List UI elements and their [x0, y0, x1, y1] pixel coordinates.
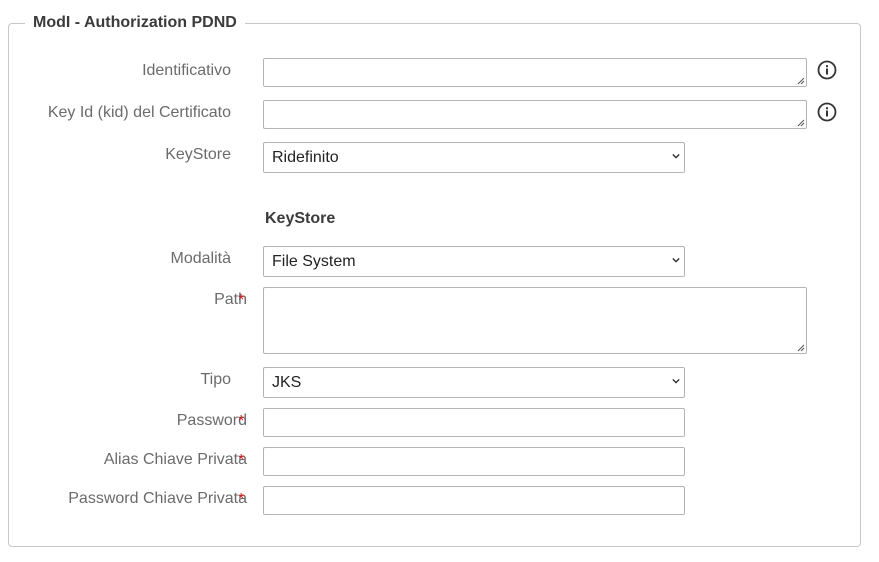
chevron-down-icon [672, 257, 680, 263]
resize-grip-icon[interactable] [797, 119, 805, 127]
keystore-select[interactable]: Ridefinito [263, 142, 685, 173]
modalita-select-value: File System [272, 253, 356, 270]
required-marker: * [238, 292, 245, 309]
identificativo-textarea[interactable] [263, 58, 807, 87]
path-textarea[interactable] [263, 287, 807, 354]
kid-label: Key Id (kid) del Certificato [47, 104, 231, 121]
password-input[interactable] [263, 408, 685, 437]
chevron-down-icon [672, 378, 680, 384]
tipo-select-value: JKS [272, 374, 302, 391]
info-circle-icon[interactable] [817, 60, 837, 80]
modalita-select[interactable]: File System [263, 246, 685, 277]
alias-input[interactable] [263, 447, 685, 476]
modalita-label: Modalità [170, 250, 231, 267]
info-circle-icon[interactable] [817, 102, 837, 122]
required-marker: * [238, 413, 245, 430]
required-marker: * [238, 491, 245, 508]
resize-grip-icon[interactable] [797, 344, 805, 352]
kid-textarea[interactable] [263, 100, 807, 129]
password-chiave-label: Password Chiave Privata [68, 490, 247, 507]
alias-label: Alias Chiave Privata [103, 451, 247, 468]
required-marker: * [238, 452, 245, 469]
tipo-select[interactable]: JKS [263, 367, 685, 398]
identificativo-label: Identificativo [142, 62, 231, 79]
keystore-label: KeyStore [165, 146, 231, 163]
tipo-label: Tipo [200, 371, 231, 388]
fieldset-legend: ModI - Authorization PDND [25, 13, 245, 33]
chevron-down-icon [672, 153, 680, 159]
keystore-section-title: KeyStore [265, 210, 336, 227]
password-chiave-input[interactable] [263, 486, 685, 515]
keystore-select-value: Ridefinito [272, 149, 339, 166]
password-label: Password [176, 412, 247, 429]
resize-grip-icon[interactable] [797, 77, 805, 85]
